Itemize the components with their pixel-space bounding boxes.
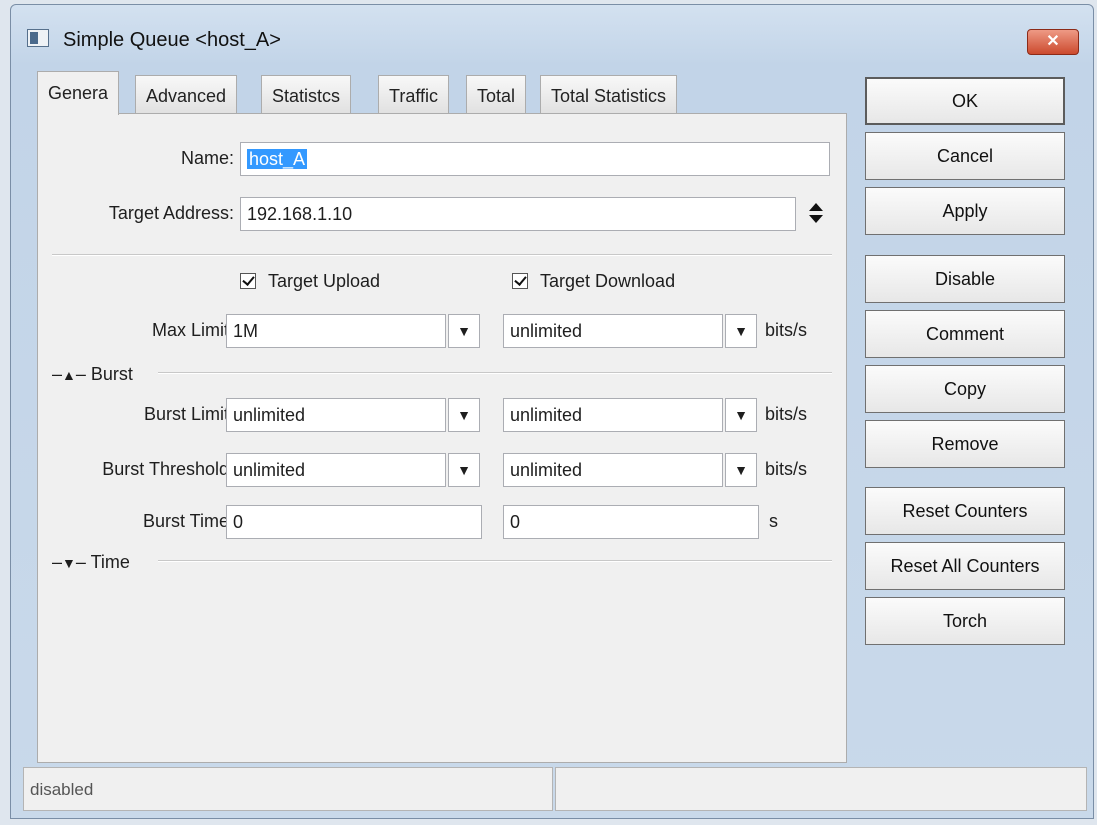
burst-limit-upload-input[interactable]: unlimited: [226, 398, 446, 432]
burst-time-label: Burst Time:: [142, 511, 234, 531]
status-secondary: [555, 767, 1087, 811]
disable-button[interactable]: Disable: [865, 255, 1065, 303]
max-limit-download-input[interactable]: unlimited: [503, 314, 723, 348]
collapsed-triangle-icon: ▼: [62, 555, 76, 571]
status-text: disabled: [23, 767, 553, 811]
burst-limit-download-dropdown-icon[interactable]: ▼: [725, 398, 757, 432]
tab-statistics[interactable]: Statistcs: [261, 75, 352, 113]
separator: [52, 254, 832, 256]
burst-threshold-upload-input[interactable]: unlimited: [226, 453, 446, 487]
close-button[interactable]: ✕: [1027, 29, 1079, 55]
section-divider: [158, 560, 832, 562]
burst-limit-download-input[interactable]: unlimited: [503, 398, 723, 432]
check-icon: [240, 273, 256, 289]
burst-time-download-input[interactable]: 0: [503, 505, 759, 539]
target-address-label: Target Address:: [108, 203, 234, 223]
name-input[interactable]: host_A: [240, 142, 830, 176]
name-label: Name:: [180, 148, 234, 168]
title-bar[interactable]: Simple Queue <host_A> ✕: [11, 5, 1093, 67]
remove-button[interactable]: Remove: [865, 420, 1065, 468]
torch-button[interactable]: Torch: [865, 597, 1065, 645]
cancel-button[interactable]: Cancel: [865, 132, 1065, 180]
max-limit-download-dropdown-icon[interactable]: ▼: [725, 314, 757, 348]
tab-advanced[interactable]: Advanced: [135, 75, 238, 113]
tab-total-statistics[interactable]: Total Statistics: [540, 75, 678, 113]
burst-threshold-upload-dropdown-icon[interactable]: ▼: [448, 453, 480, 487]
expanded-triangle-icon: ▲: [62, 367, 76, 383]
burst-threshold-label: Burst Threshold:: [102, 459, 234, 479]
reset-all-counters-button[interactable]: Reset All Counters: [865, 542, 1065, 590]
burst-limit-unit: bits/s: [765, 404, 808, 424]
burst-time-upload-input[interactable]: 0: [226, 505, 482, 539]
copy-button[interactable]: Copy: [865, 365, 1065, 413]
target-address-input[interactable]: 192.168.1.10: [240, 197, 796, 231]
burst-threshold-download-dropdown-icon[interactable]: ▼: [725, 453, 757, 487]
general-tab-panel: Name: host_A Target Address: 192.168.1.1…: [37, 113, 847, 763]
burst-limit-label: Burst Limit:: [143, 404, 234, 424]
reset-counters-button[interactable]: Reset Counters: [865, 487, 1065, 535]
status-bar: disabled: [23, 767, 1087, 811]
updown-arrows-icon[interactable]: [808, 201, 824, 225]
burst-threshold-unit: bits/s: [765, 459, 808, 479]
time-section-toggle[interactable]: –▼– Time: [52, 550, 130, 574]
comment-button[interactable]: Comment: [865, 310, 1065, 358]
check-icon: [512, 273, 528, 289]
burst-threshold-download-input[interactable]: unlimited: [503, 453, 723, 487]
tab-traffic[interactable]: Traffic: [378, 75, 450, 113]
window-title: Simple Queue <host_A>: [63, 29, 281, 51]
burst-time-unit: s: [769, 511, 778, 531]
max-limit-upload-input[interactable]: 1M: [226, 314, 446, 348]
apply-button[interactable]: Apply: [865, 187, 1065, 235]
tab-total[interactable]: Total: [466, 75, 527, 113]
max-limit-unit: bits/s: [765, 320, 808, 340]
max-limit-label: Max Limit:: [151, 320, 234, 340]
max-limit-upload-dropdown-icon[interactable]: ▼: [448, 314, 480, 348]
burst-section-toggle[interactable]: –▲– Burst: [52, 362, 133, 386]
target-download-checkbox[interactable]: Target Download: [512, 269, 675, 293]
target-upload-checkbox[interactable]: Target Upload: [240, 269, 380, 293]
section-divider: [158, 372, 832, 374]
simple-queue-dialog: Simple Queue <host_A> ✕ Genera Advanced …: [10, 4, 1094, 819]
burst-limit-upload-dropdown-icon[interactable]: ▼: [448, 398, 480, 432]
tab-general[interactable]: Genera: [37, 71, 120, 115]
window-app-icon: [27, 29, 49, 47]
ok-button[interactable]: OK: [865, 77, 1065, 125]
